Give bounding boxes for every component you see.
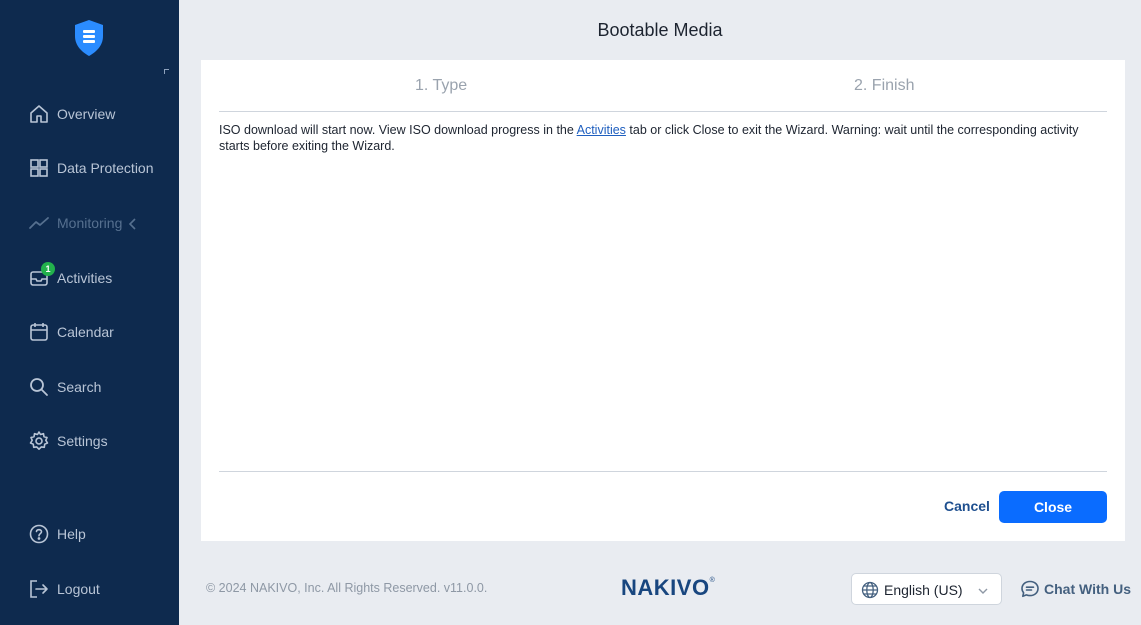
sidebar-item-data-protection[interactable]: Data Protection [0,150,179,186]
wizard-steps: 1. Type 2. Finish [219,60,1107,112]
brand-name: NAKIVO [621,575,710,600]
step-type: 1. Type [415,77,468,94]
sidebar-item-settings[interactable]: Settings [0,423,179,459]
cancel-button[interactable]: Cancel [937,491,997,521]
sidebar-item-logout[interactable]: Logout [0,571,179,607]
help-icon [28,523,50,545]
sidebar-item-label: Help [57,526,86,542]
sidebar-item-label: Activities [57,270,113,286]
activities-link[interactable]: Activities [577,123,626,137]
sidebar-item-label: Monitoring [57,215,123,231]
nakivo-logo: NAKIVO® [621,575,715,601]
activities-count-badge: 1 [41,262,55,276]
chat-bubble-icon [1020,579,1040,599]
sidebar-item-label: Search [57,379,102,395]
sidebar-item-label: Logout [57,581,100,597]
language-value: English (US) [884,582,963,598]
collapse-sidebar-icon[interactable] [164,69,169,74]
sidebar-item-label: Data Protection [57,160,154,176]
close-button[interactable]: Close [999,491,1107,523]
sidebar-item-label: Overview [57,106,116,122]
sidebar: Overview Data Protection Monitoring 1 Ac… [0,0,179,625]
chat-label: Chat With Us [1044,581,1131,597]
sidebar-item-calendar[interactable]: Calendar [0,314,179,350]
home-icon [28,103,50,125]
language-select[interactable]: English (US) [851,573,1002,605]
grid-icon [28,157,50,179]
message-text: ISO download will start now. View ISO do… [219,123,577,137]
divider [219,471,1107,472]
trend-line-icon [28,212,50,234]
sidebar-item-search[interactable]: Search [0,369,179,405]
copyright-text: © 2024 NAKIVO, Inc. All Rights Reserved.… [206,581,488,595]
sidebar-item-monitoring[interactable]: Monitoring [0,205,179,241]
registered-mark: ® [709,577,716,584]
gear-icon [28,430,50,452]
sidebar-item-label: Calendar [57,324,114,340]
chevron-down-icon [977,584,989,596]
sidebar-item-activities[interactable]: 1 Activities [0,260,179,296]
globe-icon [861,581,879,599]
calendar-icon [28,321,50,343]
wizard-message: ISO download will start now. View ISO do… [219,123,1099,154]
step-finish: 2. Finish [854,77,915,94]
logout-icon [28,578,50,600]
wizard-panel: 1. Type 2. Finish ISO download will star… [201,60,1125,541]
shield-logo-icon[interactable] [73,19,105,57]
sidebar-item-overview[interactable]: Overview [0,96,179,132]
chevron-left-icon [128,217,138,230]
dialog-title: Bootable Media [597,20,723,40]
sidebar-item-help[interactable]: Help [0,516,179,552]
search-icon [28,376,50,398]
sidebar-item-label: Settings [57,433,108,449]
